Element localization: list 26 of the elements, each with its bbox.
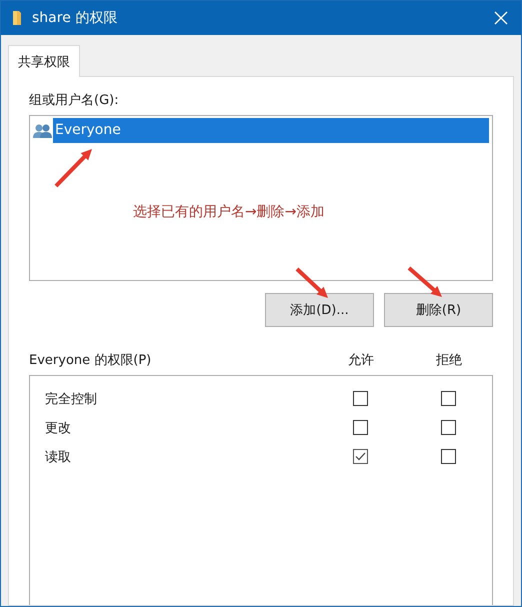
checkbox[interactable]	[440, 449, 456, 464]
users-icon	[33, 122, 53, 138]
checkbox[interactable]	[440, 391, 456, 406]
window-title: share 的权限	[32, 9, 118, 27]
arrow-icon	[407, 266, 445, 300]
tab[interactable]: 共享权限	[8, 45, 80, 77]
permission-name: 读取	[45, 448, 72, 466]
column-header: 允许	[347, 352, 375, 369]
group-label: 组或用户名(G):	[29, 92, 120, 109]
permissions-label: Everyone 的权限(P)	[29, 352, 152, 369]
close-icon	[494, 11, 508, 25]
checkbox[interactable]	[440, 420, 456, 435]
permission-name: 完全控制	[45, 390, 98, 408]
column-header: 拒绝	[435, 352, 463, 369]
checkbox[interactable]	[352, 391, 368, 406]
annotation-text: 选择已有的用户名→删除→添加	[133, 203, 324, 221]
checkbox[interactable]	[352, 420, 368, 435]
dialog-button[interactable]: 添加(D)...	[265, 293, 374, 327]
checkbox[interactable]	[352, 449, 368, 464]
arrow-icon	[53, 147, 95, 189]
permission-name: 更改	[45, 420, 72, 436]
list-item[interactable]: Everyone	[53, 118, 489, 143]
dialog-button[interactable]: 删除(R)	[384, 293, 493, 327]
check-icon	[354, 452, 366, 461]
folder-icon	[12, 10, 22, 26]
arrow-icon	[295, 267, 331, 301]
